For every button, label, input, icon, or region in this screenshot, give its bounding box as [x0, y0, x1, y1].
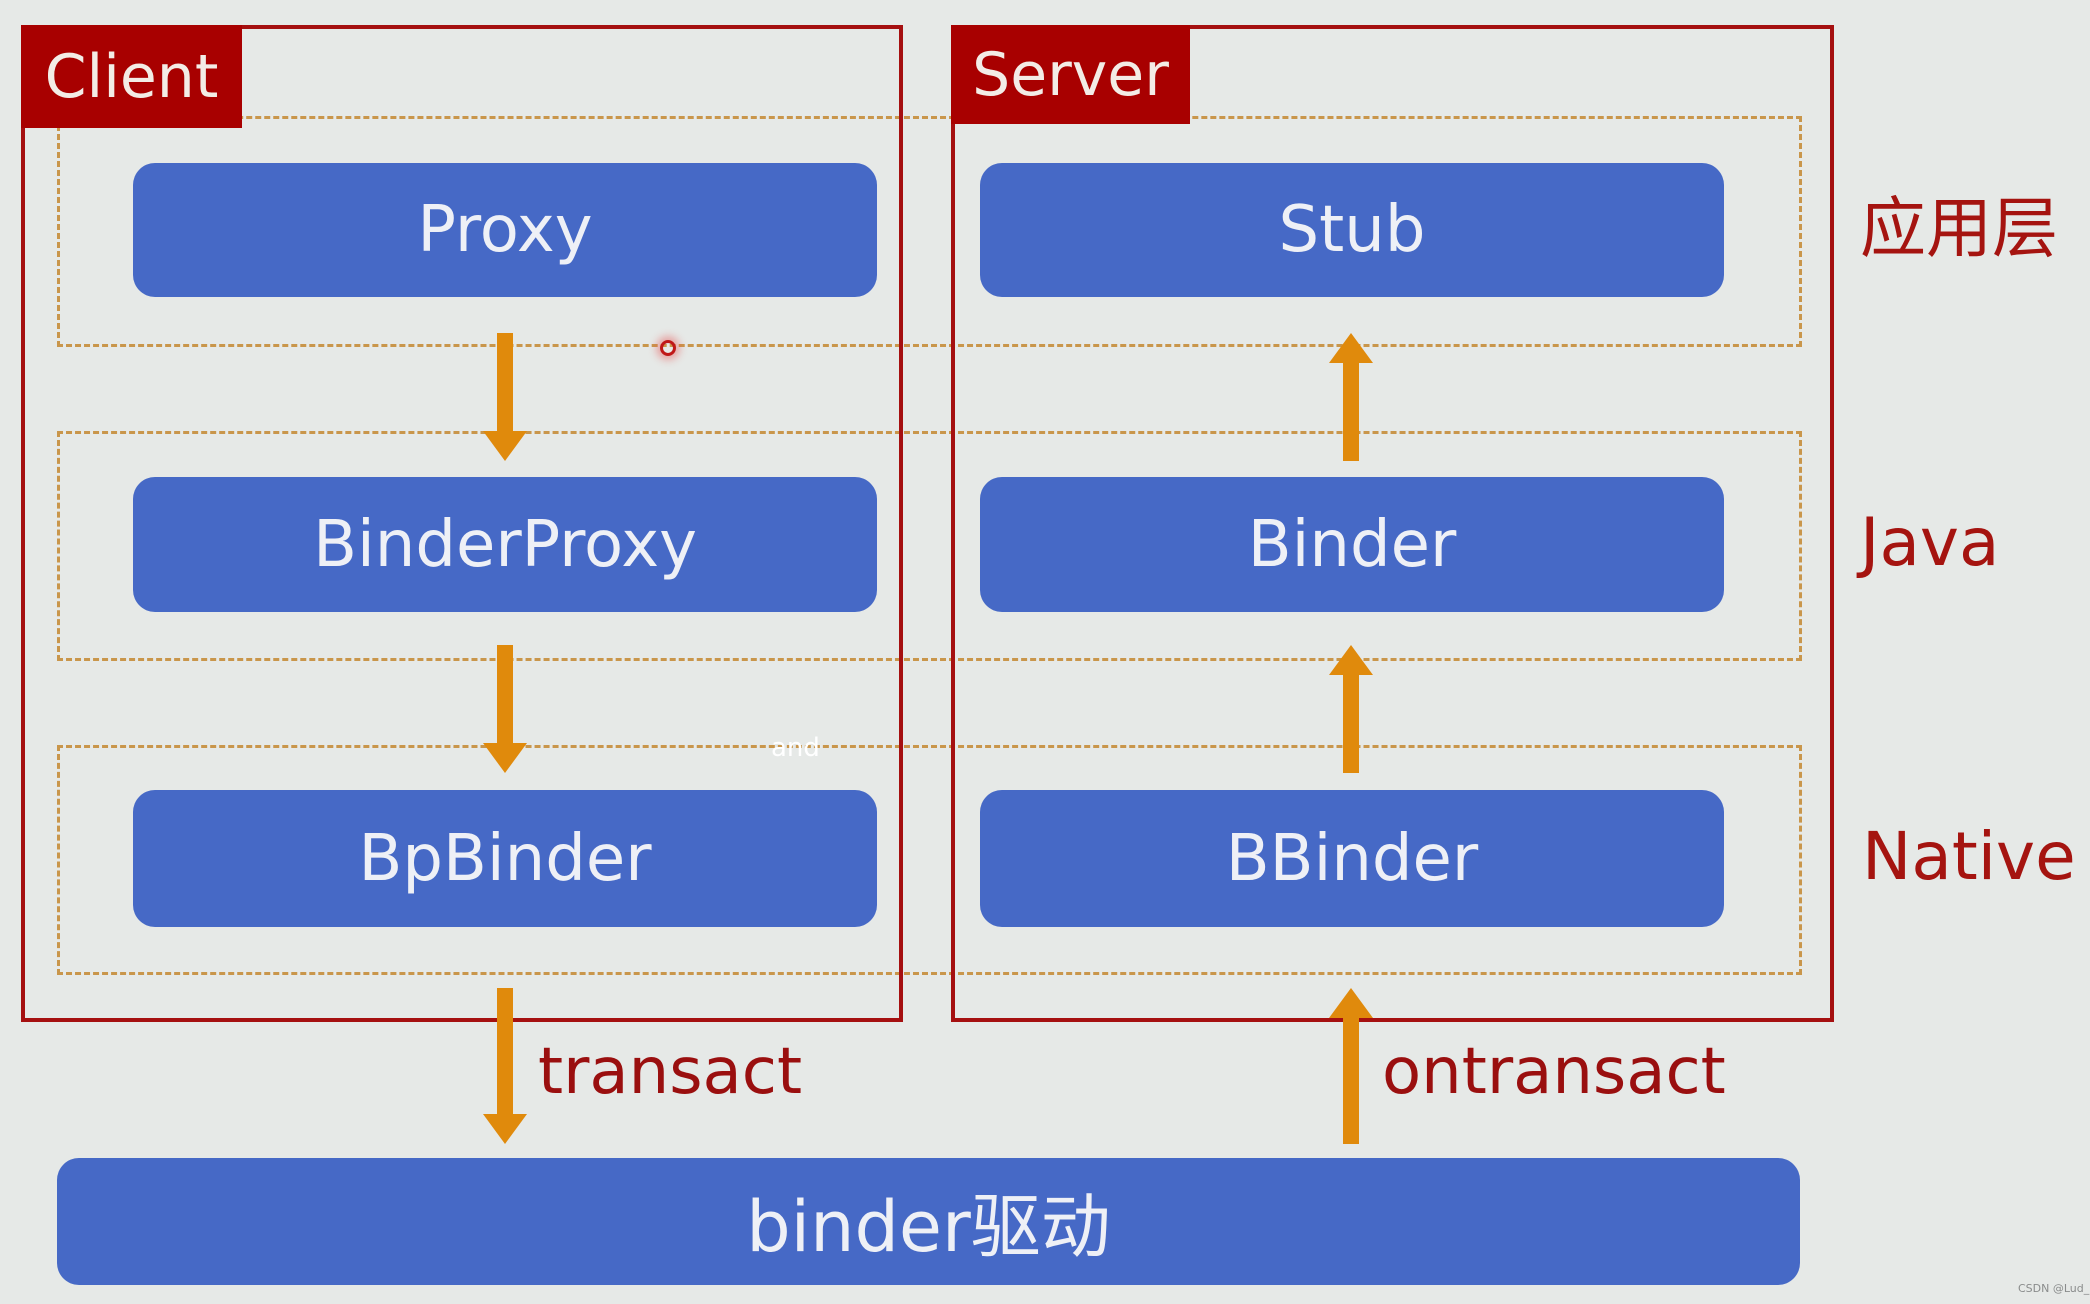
- arrow-up-bbinder-to-binder: [1329, 645, 1373, 773]
- arrow-down-binderproxy-to-bpbinder: [483, 645, 527, 773]
- stub-node: Stub: [980, 163, 1724, 297]
- transact-label: transact: [538, 1035, 803, 1109]
- client-label: Client: [21, 25, 242, 128]
- arrow-down-proxy-to-binderproxy: [483, 333, 527, 461]
- bpbinder-node: BpBinder: [133, 790, 877, 927]
- cursor-pointer-icon: [660, 340, 676, 356]
- layer-label-native: Native: [1862, 818, 2076, 895]
- layer-label-java: Java: [1860, 504, 2000, 581]
- arrow-up-binder-to-stub: [1329, 333, 1373, 461]
- bbinder-node: BBinder: [980, 790, 1724, 927]
- binder-node: Binder: [980, 477, 1724, 612]
- binderproxy-node: BinderProxy: [133, 477, 877, 612]
- binder-driver-node: binder驱动: [57, 1158, 1800, 1285]
- layer-label-app: 应用层: [1860, 190, 2058, 267]
- server-label: Server: [951, 25, 1190, 124]
- arrow-down-transact: [483, 988, 527, 1144]
- watermark: CSDN @Lud_: [2018, 1282, 2090, 1295]
- arrow-up-ontransact: [1329, 988, 1373, 1144]
- ontransact-label: ontransact: [1382, 1035, 1726, 1109]
- stray-overlay-text: and: [771, 733, 820, 763]
- proxy-node: Proxy: [133, 163, 877, 297]
